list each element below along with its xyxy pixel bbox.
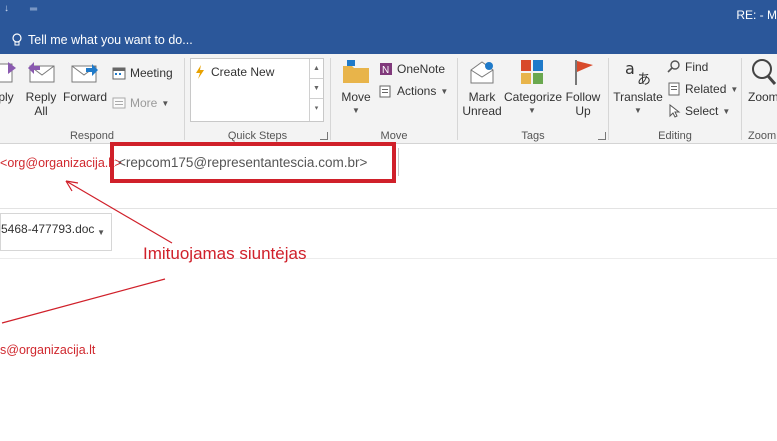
annotation-label: Imituojamas siuntėjas bbox=[143, 244, 307, 263]
related-caret-icon: ▼ bbox=[730, 84, 739, 94]
flag-icon bbox=[575, 60, 593, 85]
header-field-separator bbox=[398, 148, 399, 176]
move-caret-icon: ▼ bbox=[352, 106, 360, 115]
cursor-icon bbox=[669, 104, 681, 118]
categorize-caret-icon: ▼ bbox=[528, 106, 536, 115]
lightbulb-icon bbox=[12, 33, 22, 46]
attachment-chip[interactable]: 5468-477793.doc ▼ bbox=[0, 213, 112, 251]
more-icon bbox=[112, 97, 126, 109]
header-divider bbox=[0, 208, 777, 209]
reply-button-label: ply bbox=[0, 90, 14, 104]
mark-unread-icon bbox=[470, 61, 494, 84]
quick-steps-launcher-icon[interactable] bbox=[320, 132, 328, 140]
zoom-group: Zoom Zoom bbox=[742, 54, 777, 144]
from-address-text: org@organizacija.lt bbox=[7, 156, 115, 170]
svg-text:あ: あ bbox=[637, 72, 651, 86]
actions-label: Actions bbox=[397, 84, 437, 98]
onenote-button[interactable]: N OneNote bbox=[379, 62, 445, 76]
follow-up-label: Follow Up bbox=[565, 90, 601, 118]
create-new-label: Create New bbox=[211, 65, 275, 79]
more-caret-icon: ▼ bbox=[161, 98, 170, 108]
quick-access-dropdown-icon[interactable]: ═ bbox=[30, 4, 37, 15]
scroll-down-icon[interactable]: ▼ bbox=[310, 79, 323, 99]
folder-move-icon bbox=[343, 60, 369, 83]
create-new-quick-step[interactable]: Create New bbox=[195, 65, 274, 79]
respond-group: ply Reply All Forward Meeting More ▼ Res… bbox=[0, 54, 184, 144]
translate-button[interactable]: a あ Translate ▼ bbox=[613, 58, 663, 118]
search-icon bbox=[667, 60, 680, 73]
svg-text:a: a bbox=[625, 59, 635, 78]
zoom-label: Zoom bbox=[748, 90, 777, 104]
related-button[interactable]: Related ▼ bbox=[667, 82, 738, 96]
title-bar: ↓ ═ RE: - M Tell me what you want to do.… bbox=[0, 0, 777, 54]
onenote-icon: N bbox=[380, 63, 392, 76]
forward-label: Forward bbox=[62, 90, 107, 104]
quick-steps-label: Quick Steps bbox=[227, 130, 288, 142]
message-pane bbox=[0, 144, 777, 441]
tell-me-search[interactable]: Tell me what you want to do... bbox=[12, 33, 193, 47]
scroll-up-icon[interactable]: ▲ bbox=[310, 59, 323, 79]
mark-unread-button[interactable]: Mark Unread bbox=[462, 58, 502, 118]
onenote-label: OneNote bbox=[397, 62, 446, 76]
meeting-button[interactable]: Meeting bbox=[112, 66, 173, 80]
categorize-icon bbox=[521, 60, 543, 84]
tags-group: Mark Unread Categorize ▼ Follow Up Tags bbox=[458, 54, 608, 144]
translate-label: Translate bbox=[613, 90, 663, 104]
move-group: Move ▼ N OneNote Actions ▼ Move bbox=[331, 54, 457, 144]
zoom-group-label: Zoom bbox=[748, 130, 777, 142]
attachment-name: 5468-477793.doc bbox=[1, 222, 95, 236]
reply-all-label: Reply All bbox=[25, 90, 57, 118]
related-icon bbox=[668, 82, 680, 96]
forward-icon bbox=[71, 64, 98, 83]
more-button[interactable]: More ▼ bbox=[112, 96, 169, 110]
reply-all-icon bbox=[28, 62, 55, 83]
from-address[interactable]: <org@organizacija.lt> bbox=[0, 156, 122, 170]
quick-steps-gallery: Create New ▲ ▼ ▾ bbox=[190, 58, 324, 122]
categorize-label: Categorize bbox=[504, 90, 563, 104]
window-title: RE: - M bbox=[736, 8, 777, 22]
reply-button[interactable]: ply bbox=[0, 58, 18, 104]
translate-caret-icon: ▼ bbox=[634, 106, 642, 115]
to-address[interactable]: s@organizacija.lt bbox=[0, 343, 95, 357]
actions-caret-icon: ▼ bbox=[440, 86, 449, 96]
respond-group-label: Respond bbox=[69, 130, 115, 142]
gallery-expand-icon[interactable]: ▾ bbox=[310, 99, 323, 119]
move-group-label: Move bbox=[380, 130, 408, 142]
actions-icon bbox=[379, 85, 391, 98]
zoom-button[interactable]: Zoom bbox=[748, 58, 777, 104]
attachment-caret-icon[interactable]: ▼ bbox=[97, 228, 105, 237]
follow-up-button[interactable]: Follow Up bbox=[564, 58, 602, 118]
forward-button[interactable]: Forward bbox=[62, 58, 108, 104]
categorize-button[interactable]: Categorize ▼ bbox=[504, 58, 563, 118]
reply-icon bbox=[0, 62, 16, 83]
body-divider bbox=[0, 258, 777, 259]
tags-group-label: Tags bbox=[521, 130, 545, 142]
lightning-icon bbox=[196, 65, 204, 79]
editing-group: a あ Translate ▼ Find Related ▼ Select ▼ … bbox=[609, 54, 741, 144]
quick-steps-scroll[interactable]: ▲ ▼ ▾ bbox=[309, 59, 323, 121]
select-button[interactable]: Select ▼ bbox=[667, 104, 730, 118]
related-label: Related bbox=[685, 82, 727, 96]
tell-me-text: Tell me what you want to do... bbox=[28, 33, 193, 47]
translate-icon: a あ bbox=[625, 59, 651, 86]
mark-unread-label: Mark Unread bbox=[462, 90, 502, 118]
select-label: Select bbox=[685, 104, 719, 118]
quick-access-icon[interactable]: ↓ bbox=[4, 3, 9, 14]
more-label: More bbox=[130, 96, 158, 110]
find-button[interactable]: Find bbox=[667, 60, 708, 74]
actions-button[interactable]: Actions ▼ bbox=[379, 84, 448, 98]
zoom-icon bbox=[752, 59, 777, 85]
svg-text:N: N bbox=[382, 65, 389, 76]
ribbon: ply Reply All Forward Meeting More ▼ Res… bbox=[0, 54, 777, 144]
find-label: Find bbox=[685, 60, 709, 74]
move-button[interactable]: Move ▼ bbox=[337, 58, 375, 118]
move-label: Move bbox=[341, 90, 371, 104]
tags-launcher-icon[interactable] bbox=[598, 132, 606, 140]
editing-group-label: Editing bbox=[658, 130, 692, 142]
select-caret-icon: ▼ bbox=[722, 106, 731, 116]
reply-all-button[interactable]: Reply All bbox=[24, 58, 58, 118]
meeting-label: Meeting bbox=[130, 66, 173, 80]
meeting-icon bbox=[112, 67, 126, 80]
real-sender-address: <repcom175@representantescia.com.br> bbox=[118, 155, 368, 170]
